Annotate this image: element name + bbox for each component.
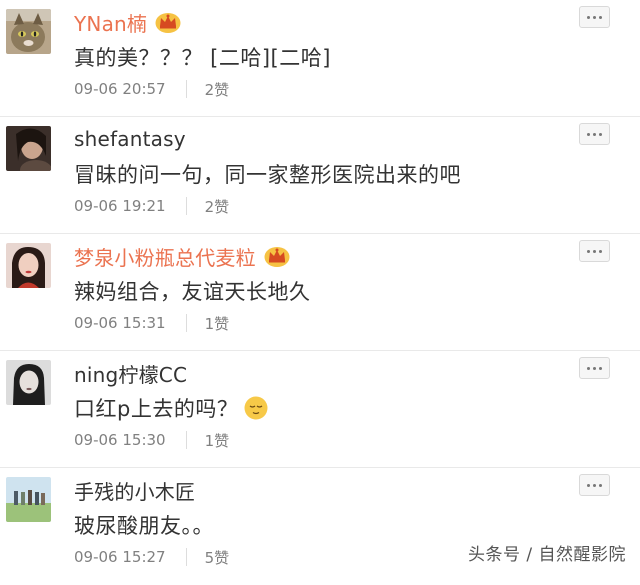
divider [185,431,187,449]
comment-text: 玻尿酸朋友。。 [74,514,214,538]
comment-text: 冒昧的问一句，同一家整形医院出来的吧 [74,163,461,187]
more-dots-icon[interactable] [579,6,610,28]
woman-portrait-avatar-icon[interactable] [6,126,51,171]
like-count[interactable]: 2赞 [205,196,230,217]
more-dots-icon[interactable] [579,474,610,496]
crown-icon [264,245,290,267]
like-count[interactable]: 5赞 [205,547,230,568]
comment-time: 09-06 19:21 [74,197,166,215]
like-count[interactable]: 2赞 [205,79,230,100]
comment-item: shefantasy 冒昧的问一句，同一家整形医院出来的吧 09-06 19:2… [0,117,640,234]
comment-item: 梦泉小粉瓶总代麦粒 辣妈组合，友谊天长地久 09-06 15:31 1赞 [0,234,640,351]
watermark: 头条号 / 自然醒影院 [467,545,626,565]
comment-time: 09-06 15:30 [74,431,166,449]
divider [185,80,187,98]
divider [185,314,187,332]
more-dots-icon[interactable] [579,357,610,379]
comment-item: 手残的小木匠 玻尿酸朋友。。 09-06 15:27 5赞 [0,468,640,585]
comment-item: ning柠檬CC 口红p上去的吗？ 09-06 15:30 1赞 [0,351,640,468]
relieved-face-icon [244,396,268,420]
landscape-people-avatar-icon[interactable] [6,477,51,522]
divider [185,548,187,566]
user-name[interactable]: ning柠檬CC [74,359,187,388]
user-name[interactable]: shefantasy [74,127,186,151]
comment-time: 09-06 15:27 [74,548,166,566]
more-dots-icon[interactable] [579,240,610,262]
user-name[interactable]: 梦泉小粉瓶总代麦粒 [74,242,256,271]
woman-red-avatar-icon[interactable] [6,243,51,288]
divider [185,197,187,215]
user-name[interactable]: 手残的小木匠 [74,476,195,505]
crown-icon [155,11,181,33]
user-name[interactable]: YNan楠 [74,8,147,37]
comment-time: 09-06 15:31 [74,314,166,332]
like-count[interactable]: 1赞 [205,313,230,334]
comment-text: 口红p上去的吗？ [74,393,268,423]
comment-item: YNan楠 真的美？？？ [二哈][二哈] 09-06 20:57 2赞 [0,0,640,117]
more-dots-icon[interactable] [579,123,610,145]
woman-bw-avatar-icon[interactable] [6,360,51,405]
comment-text: 辣妈组合，友谊天长地久 [74,280,311,304]
comment-text: 真的美？？？ [二哈][二哈] [74,46,331,70]
cat-avatar-icon[interactable] [6,9,51,54]
comment-time: 09-06 20:57 [74,80,166,98]
like-count[interactable]: 1赞 [205,430,230,451]
